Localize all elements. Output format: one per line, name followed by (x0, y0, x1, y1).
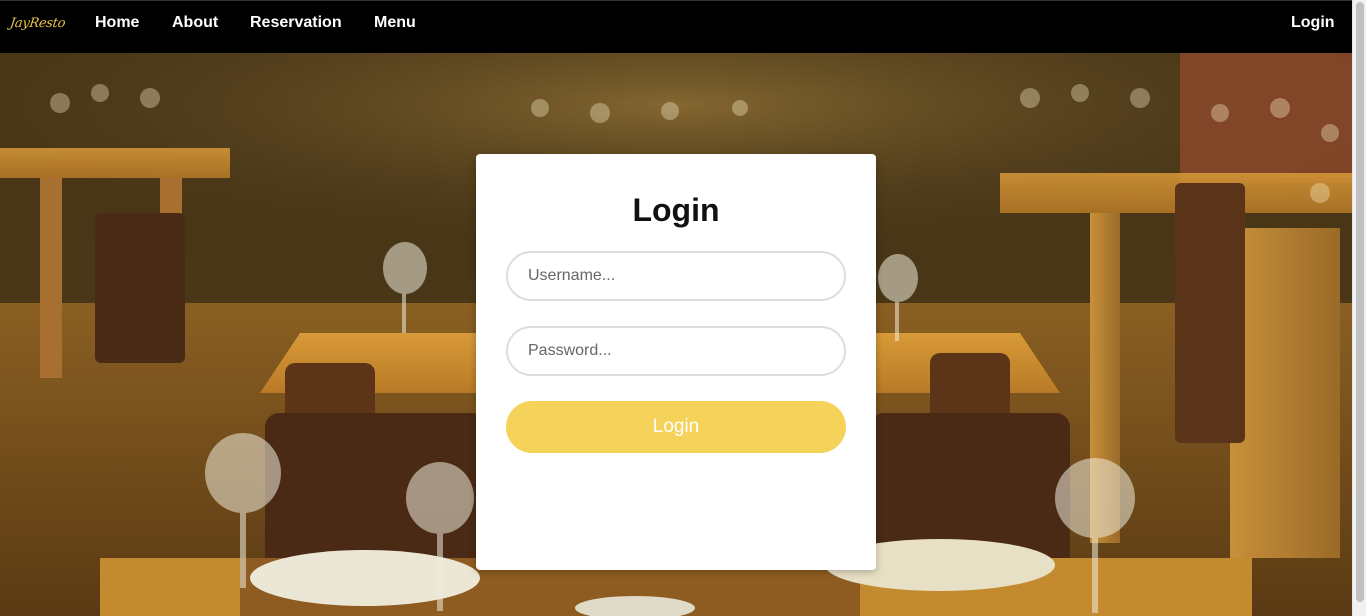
nav-link-menu[interactable]: Menu (374, 14, 416, 32)
nav-link-reservation[interactable]: Reservation (250, 14, 342, 32)
nav-link-login[interactable]: Login (1291, 14, 1335, 32)
brand-logo[interactable]: JayResto (9, 16, 66, 31)
scrollbar[interactable] (1352, 0, 1366, 616)
navbar: JayResto Home About Reservation Menu Log… (0, 0, 1352, 53)
username-input[interactable] (506, 251, 846, 301)
password-input[interactable] (506, 326, 846, 376)
nav-link-about[interactable]: About (172, 14, 218, 32)
scrollbar-thumb[interactable] (1356, 2, 1364, 602)
nav-link-home[interactable]: Home (95, 14, 139, 32)
login-card: Login Login (476, 154, 876, 570)
login-title: Login (632, 192, 720, 228)
login-submit-button[interactable]: Login (506, 401, 846, 453)
